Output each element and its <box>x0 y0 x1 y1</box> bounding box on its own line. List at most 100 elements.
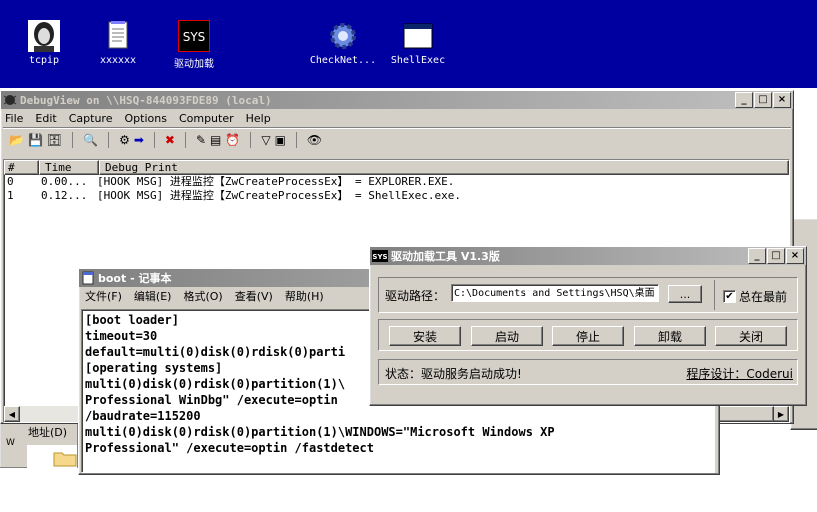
debugview-titlebar[interactable]: DebugView on \\HSQ-844093FDE89 (local) _… <box>1 91 793 109</box>
save-icon[interactable]: 💾 <box>28 133 43 147</box>
col-header-time[interactable]: Time <box>39 160 99 175</box>
row-num: 0 <box>7 175 14 188</box>
save-as-icon[interactable]: 🗄 <box>47 133 62 147</box>
menu-computer[interactable]: Computer <box>179 112 234 125</box>
desktop-icon-label: ShellExec <box>390 55 446 66</box>
window-icon <box>402 20 434 52</box>
toolbar-separator <box>184 132 186 148</box>
desktop-icon-label: CheckNet... <box>309 55 377 66</box>
col-header-num[interactable]: # <box>4 160 39 175</box>
desktop-icon-label: xxxxxx <box>99 55 137 66</box>
stop-button[interactable]: 停止 <box>552 326 624 346</box>
close-app-button[interactable]: 关闭 <box>715 326 787 346</box>
history-icon[interactable]: ▤ <box>210 133 221 147</box>
gear-icon <box>327 20 359 52</box>
credit-link[interactable]: 程序设计：Coderui <box>686 365 793 382</box>
maximize-button[interactable]: □ <box>754 92 772 108</box>
topmost-checkbox[interactable]: ✔ <box>723 290 736 303</box>
svg-text:SYS: SYS <box>372 253 387 261</box>
menu-edit[interactable]: Edit <box>35 112 56 125</box>
menu-options[interactable]: Options <box>124 112 166 125</box>
toolbar-separator <box>72 132 74 148</box>
window-title: 驱动加载工具 V1.3版 <box>391 250 500 263</box>
row-time: 0.00... <box>41 175 88 188</box>
row-time: 0.12... <box>41 189 88 202</box>
menu-format[interactable]: 格式(O) <box>183 288 222 304</box>
desktop-icon-shellexec[interactable]: ShellExec <box>378 20 458 66</box>
menu-file[interactable]: File <box>5 112 23 125</box>
binoculars-icon[interactable]: 👁 <box>307 133 322 147</box>
edit-filter-icon[interactable]: ✎ <box>196 133 206 147</box>
clear-icon[interactable]: ✖ <box>165 133 175 147</box>
scroll-right-button[interactable]: ▶ <box>773 406 789 422</box>
desktop-icon-driver-loader[interactable]: SYS 驱动加载 <box>154 19 234 70</box>
filter-icon[interactable]: ▽ <box>261 133 270 147</box>
desktop-icon-xxxxxx[interactable]: xxxxxx <box>78 20 158 66</box>
open-icon[interactable]: 📂 <box>9 133 24 147</box>
start-button[interactable]: 启动 <box>471 326 543 346</box>
row-num: 1 <box>7 189 14 202</box>
clock-icon[interactable]: ⏰ <box>225 133 240 147</box>
autoscroll-icon[interactable]: ➡ <box>134 133 144 147</box>
desktop-icon-label: 驱动加载 <box>174 59 214 70</box>
table-row[interactable]: 0 0.00... [HOOK MSG] 进程监控【ZwCreateProces… <box>4 175 789 189</box>
explorer-pane <box>27 445 77 468</box>
desktop-icon-tcpip[interactable]: tcpip <box>4 20 84 66</box>
capture-icon[interactable]: ⚙ <box>119 133 130 147</box>
install-button[interactable]: 安装 <box>389 326 461 346</box>
toolbar-separator <box>108 132 110 148</box>
toolbar-separator <box>153 132 155 148</box>
row-print: [HOOK MSG] 进程监控【ZwCreateProcessEx】 = She… <box>97 189 462 202</box>
topmost-label: 总在最前 <box>739 290 788 304</box>
status-bar: 状态：驱动服务启动成功! 程序设计：Coderui <box>378 359 798 385</box>
sys-icon: SYS <box>372 250 388 262</box>
maximize-button[interactable]: □ <box>767 248 785 264</box>
portrait-icon <box>28 20 60 52</box>
menu-edit[interactable]: 编辑(E) <box>134 288 172 304</box>
address-label: 地址(D) <box>28 426 68 439</box>
close-button[interactable]: × <box>786 248 804 264</box>
window-title: DebugView on \\HSQ-844093FDE89 (local) <box>20 93 272 107</box>
scroll-thumb[interactable] <box>716 406 774 422</box>
status-text: 状态：驱动服务启动成功! <box>385 367 522 381</box>
toolbar-separator <box>295 132 297 148</box>
scroll-left-button[interactable]: ◀ <box>4 406 20 422</box>
group-separator <box>714 280 715 310</box>
sys-icon: SYS <box>177 19 211 53</box>
bug-icon <box>3 95 17 105</box>
text-line: Professional" /execute=optin /fastdetect <box>85 441 374 455</box>
menu-view[interactable]: 查看(V) <box>235 288 273 304</box>
table-row[interactable]: 1 0.12... [HOOK MSG] 进程监控【ZwCreateProces… <box>4 189 789 203</box>
notepad-icon <box>82 271 94 285</box>
path-input[interactable]: C:\Documents and Settings\HSQ\桌面 <box>451 284 659 302</box>
menu-help[interactable]: Help <box>246 112 271 125</box>
text-line: /baudrate=115200 <box>85 409 201 423</box>
buttons-group: 安装 启动 停止 卸载 关闭 <box>378 319 798 351</box>
browse-button[interactable]: ... <box>668 285 702 303</box>
computer-icon[interactable]: ▣ <box>275 133 286 147</box>
driver-loader-window: SYS 驱动加载工具 V1.3版 _ □ × 驱动路径： C:\Document… <box>369 246 807 406</box>
minimize-button[interactable]: _ <box>735 92 753 108</box>
explorer-window: W 地址(D) <box>0 420 78 468</box>
explorer-side-letter: W <box>6 438 15 448</box>
list-header: # Time Debug Print <box>4 160 789 175</box>
close-button[interactable]: × <box>773 92 791 108</box>
minimize-button[interactable]: _ <box>748 248 766 264</box>
path-label: 驱动路径： <box>385 289 446 303</box>
col-header-print[interactable]: Debug Print <box>99 160 789 175</box>
svg-text:SYS: SYS <box>183 30 206 44</box>
toolbar: 📂 💾 🗄 🔍 ⚙ ➡ ✖ ✎ ▤ ⏰ ▽ ▣ 👁 <box>1 129 793 151</box>
menu-help[interactable]: 帮助(H) <box>285 288 324 304</box>
uninstall-button[interactable]: 卸载 <box>634 326 706 346</box>
menu-file[interactable]: 文件(F) <box>85 288 122 304</box>
row-print: [HOOK MSG] 进程监控【ZwCreateProcessEx】 = EXP… <box>97 175 455 188</box>
desktop-icon-label: tcpip <box>28 55 60 66</box>
desktop-icon-checknet[interactable]: CheckNet... <box>303 20 383 66</box>
folder-icon <box>53 452 77 467</box>
path-group: 驱动路径： C:\Documents and Settings\HSQ\桌面 .… <box>378 277 798 313</box>
loader-titlebar[interactable]: SYS 驱动加载工具 V1.3版 _ □ × <box>370 247 806 265</box>
text-file-icon <box>102 20 134 52</box>
text-line: multi(0)disk(0)rdisk(0)partition(1)\WIND… <box>85 425 555 439</box>
find-icon[interactable]: 🔍 <box>83 133 98 147</box>
menu-capture[interactable]: Capture <box>69 112 113 125</box>
